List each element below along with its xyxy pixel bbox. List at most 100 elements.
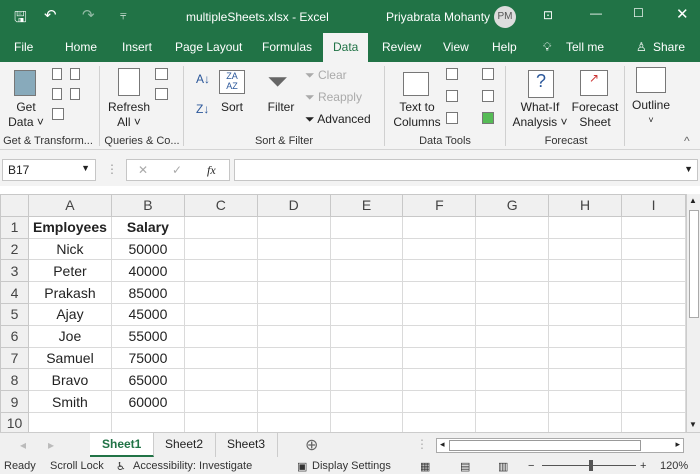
row-header[interactable]: 9: [0, 390, 29, 413]
zoom-in-icon[interactable]: +: [640, 460, 646, 472]
cell-I1[interactable]: [621, 215, 686, 239]
clear-button[interactable]: ⏷ Clear: [305, 68, 347, 83]
cell-C1[interactable]: [183, 215, 258, 239]
vertical-scrollbar[interactable]: ▲ ▼: [686, 194, 700, 432]
cell-D8[interactable]: [256, 368, 331, 392]
expand-formula-icon[interactable]: ▼: [684, 164, 693, 174]
cell-G4[interactable]: [475, 281, 550, 304]
cell-B3[interactable]: 40000: [110, 259, 185, 283]
cell-E5[interactable]: [329, 302, 404, 326]
cell-A5[interactable]: Ajay: [27, 302, 112, 326]
what-if-button[interactable]: What-If Analysis ˅: [512, 100, 568, 130]
h-scroll-thumb[interactable]: [449, 440, 641, 451]
cell-D10[interactable]: [256, 411, 331, 435]
cell-D2[interactable]: [256, 237, 331, 261]
cell-G3[interactable]: [475, 259, 550, 283]
cell-H1[interactable]: [548, 215, 623, 239]
sort-a-z-icon[interactable]: A↓: [196, 72, 210, 86]
existing-connections-icon[interactable]: [70, 88, 80, 100]
column-header-G[interactable]: G: [475, 194, 550, 217]
cell-C3[interactable]: [183, 259, 258, 283]
cell-A2[interactable]: Nick: [27, 237, 112, 261]
insert-function-icon[interactable]: fx: [207, 163, 216, 178]
remove-duplicates-icon[interactable]: [446, 90, 458, 102]
cell-F2[interactable]: [402, 237, 477, 261]
cell-H3[interactable]: [548, 259, 623, 283]
cell-E4[interactable]: [329, 281, 404, 304]
cell-B7[interactable]: 75000: [110, 346, 185, 370]
cell-G10[interactable]: [475, 411, 550, 435]
outline-button[interactable]: Outline ˅: [628, 98, 674, 128]
ribbon-display-icon[interactable]: ⊡: [543, 8, 553, 22]
cell-C7[interactable]: [183, 346, 258, 370]
cell-G2[interactable]: [475, 237, 550, 261]
display-settings-button[interactable]: Display Settings: [312, 460, 391, 472]
scroll-up-icon[interactable]: ▲: [689, 196, 697, 205]
column-header-F[interactable]: F: [402, 194, 477, 217]
column-header-C[interactable]: C: [183, 194, 258, 217]
cell-H4[interactable]: [548, 281, 623, 304]
cell-D9[interactable]: [256, 390, 331, 413]
name-box[interactable]: B17 ▼: [2, 159, 96, 181]
recent-sources-icon[interactable]: [70, 68, 80, 80]
reapply-button[interactable]: ⏷ Reapply: [305, 90, 362, 105]
cell-H6[interactable]: [548, 324, 623, 348]
column-header-I[interactable]: I: [621, 194, 686, 217]
normal-view-icon[interactable]: ▦: [420, 460, 430, 473]
relationships-icon[interactable]: [482, 90, 494, 102]
cell-G7[interactable]: [475, 346, 550, 370]
zoom-out-icon[interactable]: −: [528, 460, 534, 472]
row-header[interactable]: 7: [0, 346, 29, 370]
cell-I5[interactable]: [621, 302, 686, 326]
data-model-icon[interactable]: [482, 112, 494, 124]
tab-view[interactable]: View: [443, 40, 469, 54]
scroll-down-icon[interactable]: ▼: [689, 420, 697, 429]
scroll-right-icon[interactable]: ▸: [675, 439, 680, 450]
cell-A9[interactable]: Smith: [27, 390, 112, 413]
zoom-level[interactable]: 120%: [660, 460, 688, 472]
cell-D7[interactable]: [256, 346, 331, 370]
save-icon[interactable]: 🖫: [14, 7, 27, 32]
cancel-icon[interactable]: ✕: [138, 163, 148, 177]
avatar[interactable]: PM: [494, 6, 516, 28]
zoom-slider-thumb[interactable]: [589, 460, 593, 471]
tab-formulas[interactable]: Formulas: [262, 40, 312, 54]
page-layout-view-icon[interactable]: ▤: [460, 460, 470, 473]
cell-F10[interactable]: [402, 411, 477, 435]
consolidate-icon[interactable]: [482, 68, 494, 80]
cell-E7[interactable]: [329, 346, 404, 370]
cell-G9[interactable]: [475, 390, 550, 413]
maximize-icon[interactable]: ☐: [633, 6, 644, 20]
cell-B8[interactable]: 65000: [110, 368, 185, 392]
tell-me[interactable]: Tell me: [566, 40, 604, 54]
cell-B6[interactable]: 55000: [110, 324, 185, 348]
cell-F8[interactable]: [402, 368, 477, 392]
tab-home[interactable]: Home: [65, 40, 97, 54]
cell-I7[interactable]: [621, 346, 686, 370]
row-header[interactable]: 2: [0, 237, 29, 261]
filter-button[interactable]: Filter: [264, 100, 298, 115]
row-header[interactable]: 5: [0, 302, 29, 326]
accessibility-status[interactable]: Accessibility: Investigate: [133, 460, 252, 472]
cell-A4[interactable]: Prakash: [27, 281, 112, 304]
cell-A10[interactable]: [27, 411, 112, 435]
text-to-columns-button[interactable]: Text to Columns: [392, 100, 442, 130]
advanced-button[interactable]: ⏷ Advanced: [305, 112, 371, 127]
cell-H7[interactable]: [548, 346, 623, 370]
cell-G1[interactable]: [475, 215, 550, 239]
scroll-left-icon[interactable]: ◂: [440, 439, 445, 450]
prev-sheet-icon[interactable]: ◂: [20, 438, 26, 452]
cell-C10[interactable]: [183, 411, 258, 435]
cell-A8[interactable]: Bravo: [27, 368, 112, 392]
cell-E3[interactable]: [329, 259, 404, 283]
add-sheet-icon[interactable]: ⊕: [305, 435, 318, 455]
cell-E6[interactable]: [329, 324, 404, 348]
cell-D6[interactable]: [256, 324, 331, 348]
queries-connections-icon[interactable]: [155, 68, 168, 80]
row-header[interactable]: 6: [0, 324, 29, 348]
from-table-icon[interactable]: [52, 108, 64, 120]
row-header[interactable]: 10: [0, 411, 29, 435]
data-validation-icon[interactable]: [446, 112, 458, 124]
cell-E1[interactable]: [329, 215, 404, 239]
sheet-tab-sheet3[interactable]: Sheet3: [215, 433, 279, 457]
